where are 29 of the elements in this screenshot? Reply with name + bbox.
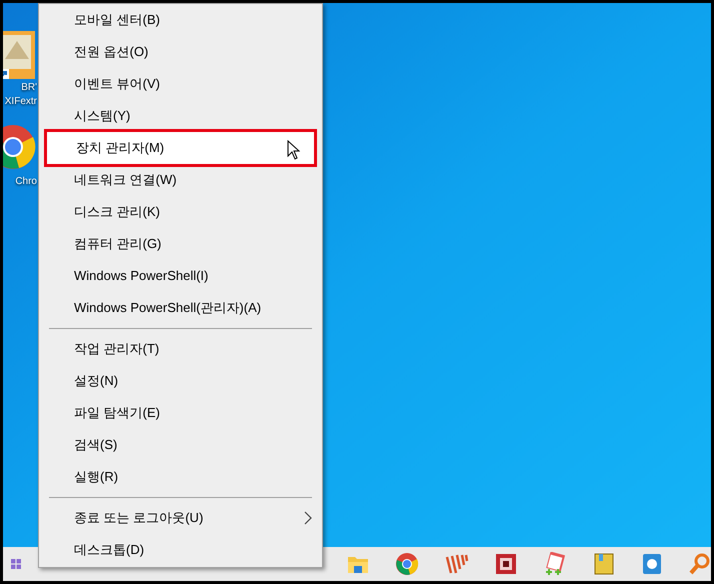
stripes-icon[interactable] [445,553,469,575]
notepad-icon[interactable] [543,552,567,576]
menu-item[interactable]: 파일 탐색기(E) [39,397,322,429]
circle-logo-icon[interactable] [395,552,419,576]
folder-icon[interactable] [347,554,369,574]
menu-item[interactable]: 설정(N) [39,365,322,397]
menu-item[interactable]: 전원 옵션(O) [39,36,322,68]
menu-item[interactable]: 이벤트 뷰어(V) [39,68,322,100]
menu-item[interactable]: 실행(R) [39,461,322,493]
menu-item[interactable]: Windows PowerShell(I) [39,260,322,292]
search-icon[interactable] [689,552,711,576]
menu-item[interactable]: 컴퓨터 관리(G) [39,228,322,260]
menu-item[interactable]: 디스크 관리(K) [39,196,322,228]
menu-item[interactable]: 시스템(Y) [39,100,322,132]
icon-label: BR' [21,81,37,95]
image-file-icon[interactable] [3,29,37,81]
menu-item[interactable]: 작업 관리자(T) [39,333,322,365]
menu-item[interactable]: 모바일 센터(B) [39,4,322,36]
icon-label: XIFextr [4,95,37,109]
menu-item[interactable]: 장치 관리자(M) [44,129,317,167]
menu-item[interactable]: 검색(S) [39,429,322,461]
menu-item[interactable]: 데스크톱(D) [39,534,322,566]
menu-item[interactable]: 종료 또는 로그아웃(U) [39,502,322,534]
icon-label: Chro [15,175,37,189]
menu-item[interactable]: Windows PowerShell(관리자)(A) [39,292,322,324]
menu-item[interactable]: 네트워크 연결(W) [39,164,322,196]
square-frame-icon[interactable] [495,553,517,575]
mouse-pointer-icon [287,140,300,160]
notebook-icon[interactable] [593,552,615,576]
